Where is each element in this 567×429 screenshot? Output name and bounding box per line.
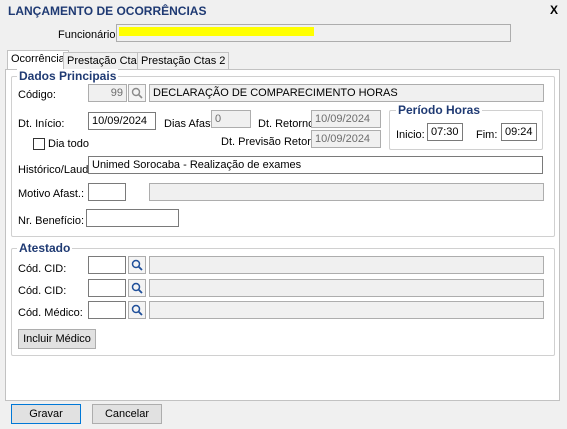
cid2-input[interactable]: [88, 279, 126, 297]
tab-prestacao-ctas-2[interactable]: Prestação Ctas 2: [137, 52, 230, 69]
funcionario-redaction: [119, 27, 314, 36]
beneficio-label: Nr. Benefício:: [18, 215, 85, 227]
periodo-horas-title: Período Horas: [396, 103, 483, 117]
dt-previsao-input[interactable]: 10/09/2024: [311, 130, 381, 148]
dia-todo-checkbox[interactable]: [33, 138, 45, 150]
search-icon: [131, 304, 143, 316]
codigo-search-button[interactable]: [128, 84, 146, 102]
window-title: LANÇAMENTO DE OCORRÊNCIAS: [8, 4, 207, 18]
periodo-fim-label: Fim:: [476, 129, 498, 141]
tab-ocorrencia[interactable]: Ocorrência: [7, 50, 69, 70]
dias-afast-input[interactable]: 0: [211, 110, 251, 128]
cancelar-button[interactable]: Cancelar: [92, 404, 162, 424]
codigo-input[interactable]: 99: [88, 84, 127, 102]
medico-description: [149, 301, 544, 319]
dt-inicio-label: Dt. Início:: [18, 118, 65, 130]
historico-input[interactable]: Unimed Sorocaba - Realização de exames: [88, 156, 543, 174]
cid2-description: [149, 279, 544, 297]
cid1-search-button[interactable]: [128, 256, 146, 274]
dt-inicio-input[interactable]: 10/09/2024: [88, 112, 156, 130]
cid1-label: Cód. CID:: [18, 263, 67, 275]
close-button[interactable]: X: [550, 3, 558, 17]
periodo-fim-input[interactable]: 09:24: [501, 123, 537, 141]
motivo-afast-label: Motivo Afast.:: [18, 188, 85, 200]
historico-label: Histórico/Laudo:: [18, 164, 98, 176]
search-icon: [131, 282, 143, 294]
search-icon: [131, 87, 143, 99]
cid2-label: Cód. CID:: [18, 285, 67, 297]
periodo-inicio-label: Inicio:: [396, 129, 425, 141]
cid1-input[interactable]: [88, 256, 126, 274]
motivo-afast-input[interactable]: [88, 183, 126, 201]
medico-label: Cód. Médico:: [18, 307, 83, 319]
incluir-medico-button[interactable]: Incluir Médico: [18, 329, 96, 349]
codigo-description: DECLARAÇÃO DE COMPARECIMENTO HORAS: [149, 84, 544, 102]
search-icon: [131, 259, 143, 271]
tab-prestacao-ctas[interactable]: Prestação Ctas: [63, 52, 147, 69]
funcionario-field[interactable]: [116, 24, 511, 42]
dias-afast-label: Dias Afast.: [164, 118, 217, 130]
cid2-search-button[interactable]: [128, 279, 146, 297]
medico-search-button[interactable]: [128, 301, 146, 319]
dt-retorno-input[interactable]: 10/09/2024: [311, 110, 381, 128]
atestado-title: Atestado: [17, 241, 73, 255]
periodo-inicio-input[interactable]: 07:30: [427, 123, 463, 141]
funcionario-label: Funcionário:: [58, 29, 119, 41]
dia-todo-label: Dia todo: [48, 138, 89, 150]
gravar-button[interactable]: Gravar: [11, 404, 81, 424]
dt-retorno-label: Dt. Retorno:: [258, 118, 318, 130]
cid1-description: [149, 256, 544, 274]
codigo-label: Código:: [18, 89, 56, 101]
dados-principais-title: Dados Principais: [17, 69, 119, 83]
beneficio-input[interactable]: [86, 209, 179, 227]
medico-input[interactable]: [88, 301, 126, 319]
motivo-afast-description: [149, 183, 544, 201]
